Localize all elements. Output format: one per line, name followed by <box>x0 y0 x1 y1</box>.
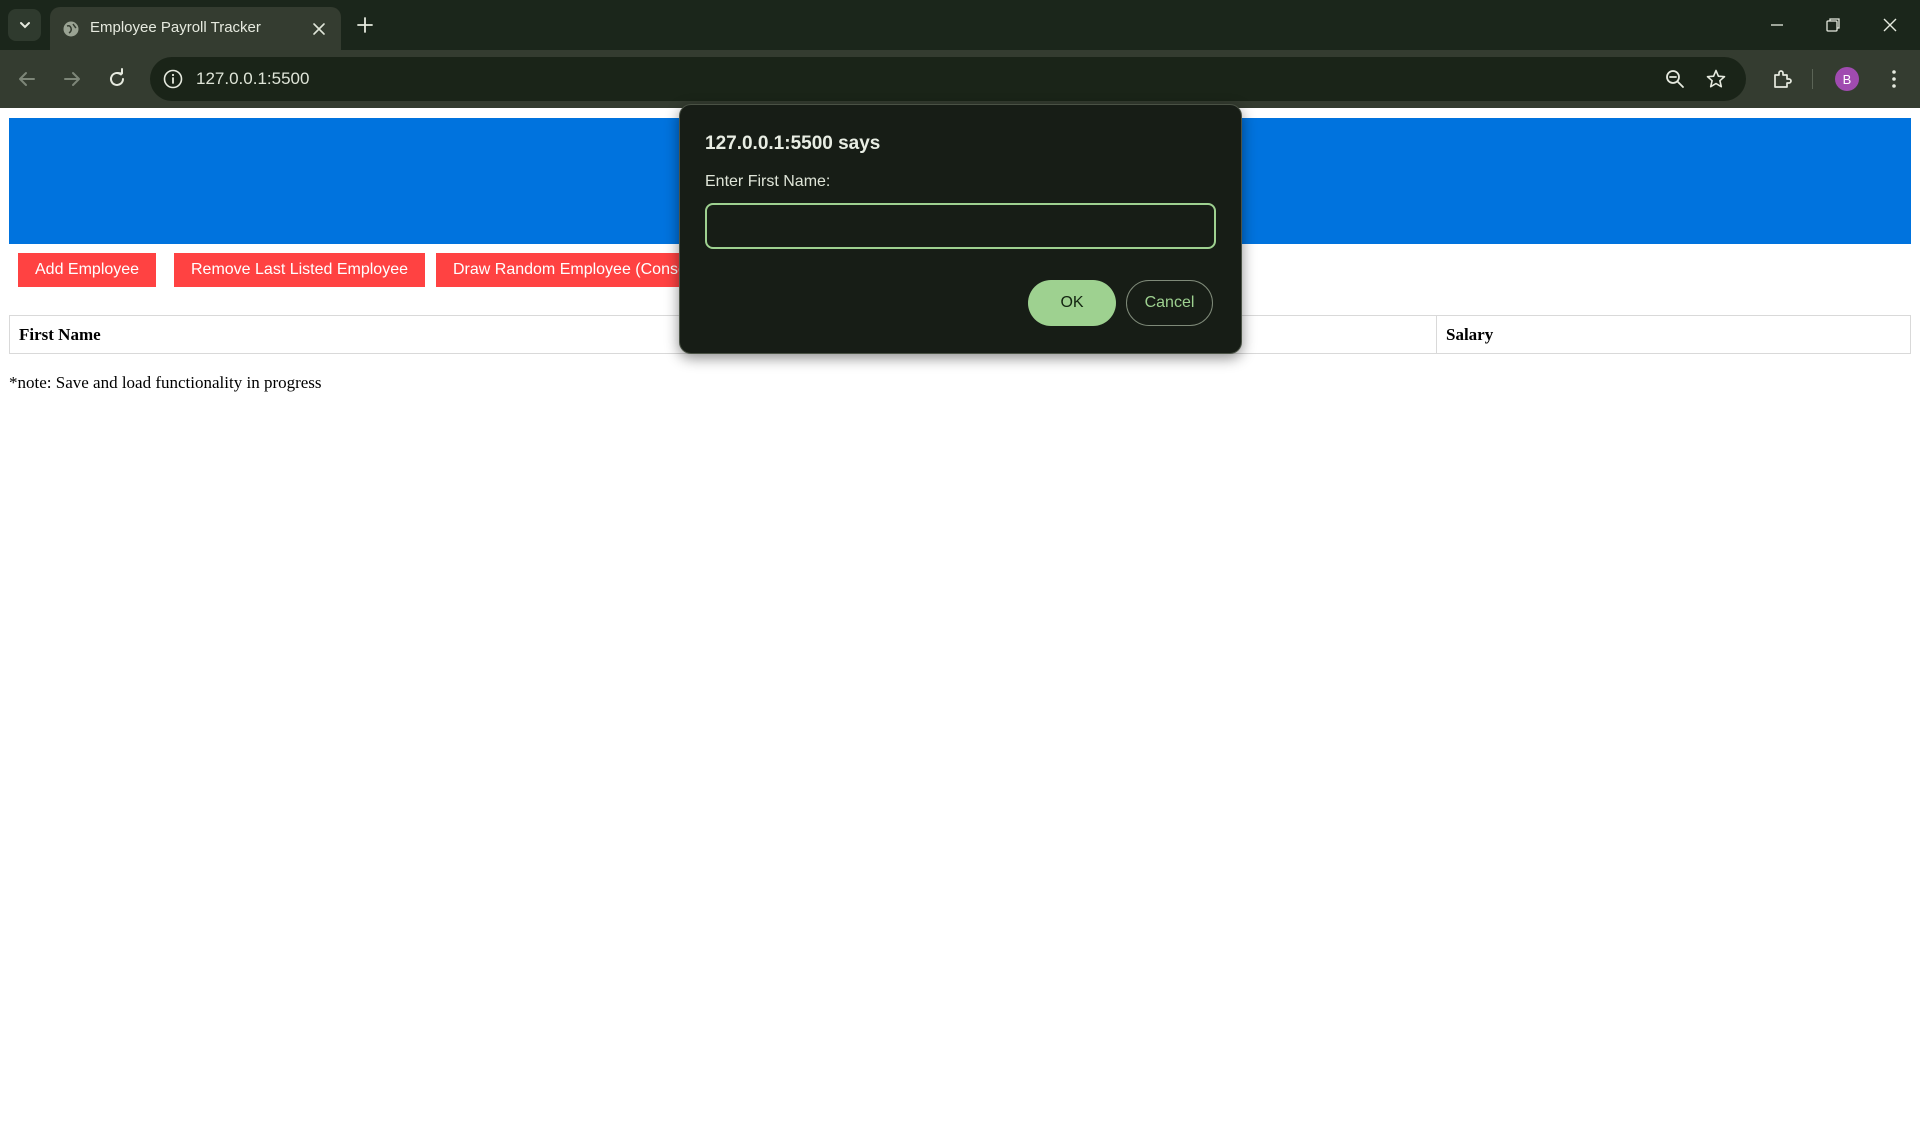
dialog-message: Enter First Name: <box>705 173 831 190</box>
address-bar[interactable]: 127.0.0.1:5500 <box>150 57 1746 101</box>
ok-button[interactable]: OK <box>1028 280 1116 326</box>
tab-strip: Employee Payroll Tracker <box>0 0 1920 50</box>
browser-toolbar: 127.0.0.1:5500 B <box>0 50 1920 108</box>
cancel-button[interactable]: Cancel <box>1126 280 1213 326</box>
info-icon[interactable] <box>162 68 184 90</box>
chevron-down-icon <box>19 22 30 29</box>
globe-icon <box>63 21 79 37</box>
zoom-icon[interactable] <box>1664 68 1686 90</box>
url-text: 127.0.0.1:5500 <box>196 69 310 88</box>
profile-initial: B <box>1842 71 1852 87</box>
kebab-menu-icon[interactable] <box>1882 67 1906 91</box>
close-icon[interactable] <box>310 20 328 38</box>
remove-last-employee-button[interactable]: Remove Last Listed Employee <box>174 253 425 287</box>
minimize-icon[interactable] <box>1767 15 1787 35</box>
prompt-dialog: 127.0.0.1:5500 says Enter First Name: OK… <box>679 104 1242 354</box>
profile-avatar[interactable]: B <box>1835 67 1859 91</box>
footer-note: *note: Save and load functionality in pr… <box>9 373 322 392</box>
toolbar-separator <box>1812 69 1813 89</box>
restore-icon[interactable] <box>1823 15 1843 35</box>
first-name-input[interactable] <box>705 203 1216 249</box>
reload-icon[interactable] <box>105 67 129 91</box>
tab-title: Employee Payroll Tracker <box>90 19 261 36</box>
column-header-first-name: First Name <box>19 325 101 344</box>
close-window-icon[interactable] <box>1880 15 1900 35</box>
extensions-icon[interactable] <box>1770 67 1794 91</box>
tab-search-button[interactable] <box>8 9 41 41</box>
active-tab[interactable]: Employee Payroll Tracker <box>50 7 341 50</box>
add-employee-button[interactable]: Add Employee <box>18 253 157 287</box>
column-header-salary: Salary <box>1446 325 1494 344</box>
plus-icon[interactable] <box>355 15 375 35</box>
back-icon[interactable] <box>15 67 39 91</box>
dialog-title: 127.0.0.1:5500 says <box>705 133 881 154</box>
star-icon[interactable] <box>1705 68 1727 90</box>
forward-icon[interactable] <box>60 67 84 91</box>
